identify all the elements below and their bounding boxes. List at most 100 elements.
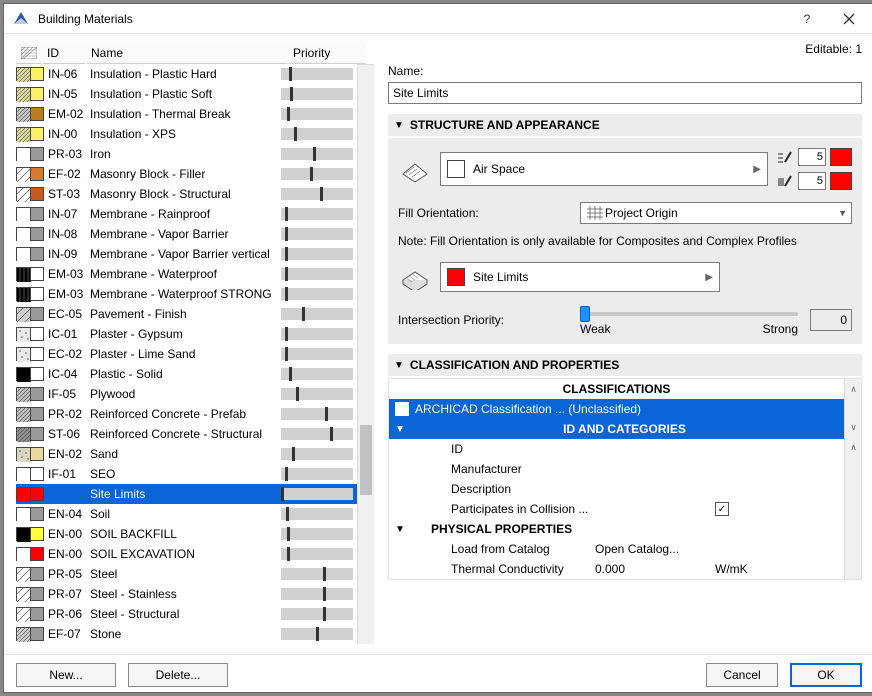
material-row[interactable]: EM-02 Insulation - Thermal Break bbox=[16, 104, 357, 124]
classification-checkbox[interactable] bbox=[395, 402, 409, 416]
material-row[interactable]: EC-02 Plaster - Lime Sand bbox=[16, 344, 357, 364]
swatch-color-icon bbox=[30, 267, 44, 281]
material-swatch bbox=[16, 367, 44, 381]
swatch-color-icon bbox=[30, 407, 44, 421]
material-row[interactable]: EN-04 Soil bbox=[16, 504, 357, 524]
material-row[interactable]: ST-06 Reinforced Concrete - Structural bbox=[16, 424, 357, 444]
material-row[interactable]: PR-03 Iron bbox=[16, 144, 357, 164]
intersection-priority-value[interactable]: 0 bbox=[810, 309, 852, 331]
material-row[interactable]: EN-00 SOIL BACKFILL bbox=[16, 524, 357, 544]
col-name[interactable]: Name bbox=[86, 42, 288, 64]
material-row[interactable]: ST-03 Masonry Block - Structural bbox=[16, 184, 357, 204]
swatch-color-icon bbox=[30, 147, 44, 161]
surface-picker[interactable]: Site Limits ▶ bbox=[440, 262, 720, 292]
material-id: EC-05 bbox=[46, 307, 90, 321]
swatch-color-icon bbox=[30, 247, 44, 261]
swatch-color-icon bbox=[30, 527, 44, 541]
material-row[interactable]: IN-08 Membrane - Vapor Barrier bbox=[16, 224, 357, 244]
prop-load-catalog[interactable]: Load from Catalog Open Catalog... bbox=[389, 539, 844, 559]
material-row[interactable]: EF-02 Masonry Block - Filler bbox=[16, 164, 357, 184]
fg-pen-number[interactable]: 5 bbox=[798, 148, 826, 166]
material-id: IC-01 bbox=[46, 327, 90, 341]
material-priority bbox=[281, 248, 357, 260]
bg-pen-number[interactable]: 5 bbox=[798, 172, 826, 190]
structure-section-header[interactable]: ▼ STRUCTURE AND APPEARANCE bbox=[388, 114, 862, 136]
fg-pen-color[interactable] bbox=[830, 148, 852, 166]
material-row[interactable]: IF-05 Plywood bbox=[16, 384, 357, 404]
col-id[interactable]: ID bbox=[42, 42, 86, 64]
close-button[interactable] bbox=[828, 5, 870, 33]
material-row[interactable]: PR-02 Reinforced Concrete - Prefab bbox=[16, 404, 357, 424]
material-row[interactable]: EF-07 Stone bbox=[16, 624, 357, 644]
classification-section-header[interactable]: ▼ CLASSIFICATION AND PROPERTIES bbox=[388, 354, 862, 376]
material-row[interactable]: IC-04 Plastic - Solid bbox=[16, 364, 357, 384]
scrollbar-thumb[interactable] bbox=[360, 425, 372, 495]
id-categories-header[interactable]: ▼ ID AND CATEGORIES bbox=[389, 419, 844, 439]
bg-pen-color[interactable] bbox=[830, 172, 852, 190]
help-button[interactable]: ? bbox=[786, 5, 828, 33]
ok-button[interactable]: OK bbox=[790, 663, 862, 687]
material-row[interactable]: IN-09 Membrane - Vapor Barrier vertical bbox=[16, 244, 357, 264]
swatch-color-icon bbox=[30, 347, 44, 361]
material-row[interactable]: IC-01 Plaster - Gypsum bbox=[16, 324, 357, 344]
material-row[interactable]: EM-03 Membrane - Waterproof STRONG bbox=[16, 284, 357, 304]
swatch-color-icon bbox=[30, 547, 44, 561]
classification-row[interactable]: ARCHICAD Classification ... (Unclassifie… bbox=[389, 399, 844, 419]
material-priority bbox=[281, 588, 357, 600]
material-priority bbox=[281, 308, 357, 320]
cancel-button[interactable]: Cancel bbox=[706, 663, 778, 687]
properties-scrollbar[interactable]: ∧ ∨ ∧ bbox=[844, 379, 861, 579]
material-priority bbox=[281, 288, 357, 300]
material-swatch bbox=[16, 227, 44, 241]
titlebar: Building Materials ? bbox=[4, 4, 872, 34]
prop-manufacturer[interactable]: Manufacturer bbox=[389, 459, 844, 479]
material-row[interactable]: IN-05 Insulation - Plastic Soft bbox=[16, 84, 357, 104]
material-row[interactable]: PR-05 Steel bbox=[16, 564, 357, 584]
swatch-color-icon bbox=[30, 127, 44, 141]
swatch-pattern-icon bbox=[16, 147, 30, 161]
collision-checkbox[interactable]: ✓ bbox=[715, 502, 729, 516]
material-id: IN-07 bbox=[46, 207, 90, 221]
col-priority[interactable]: Priority bbox=[288, 42, 366, 64]
delete-button[interactable]: Delete... bbox=[128, 663, 228, 687]
material-row[interactable]: IN-07 Membrane - Rainproof bbox=[16, 204, 357, 224]
chevron-right-icon: ▶ bbox=[753, 164, 761, 175]
new-button[interactable]: New... bbox=[16, 663, 116, 687]
prop-description[interactable]: Description bbox=[389, 479, 844, 499]
material-id: PR-02 bbox=[46, 407, 90, 421]
open-catalog-link[interactable]: Open Catalog... bbox=[595, 542, 715, 556]
material-row[interactable]: EN-02 Sand bbox=[16, 444, 357, 464]
material-row[interactable]: IN-00 Insulation - XPS bbox=[16, 124, 357, 144]
material-row[interactable]: IN-06 Insulation - Plastic Hard bbox=[16, 64, 357, 84]
material-swatch bbox=[16, 67, 44, 81]
material-id: EM-03 bbox=[46, 287, 90, 301]
fill-picker[interactable]: Air Space ▶ bbox=[440, 152, 768, 186]
prop-collision[interactable]: Participates in Collision ... ✓ bbox=[389, 499, 844, 519]
swatch-pattern-icon bbox=[16, 447, 30, 461]
materials-rows[interactable]: IN-06 Insulation - Plastic Hard IN-05 In… bbox=[16, 64, 357, 644]
material-id: ST-06 bbox=[46, 427, 90, 441]
slider-handle[interactable] bbox=[580, 306, 590, 322]
swatch-color-icon bbox=[30, 447, 44, 461]
fill-orientation-select[interactable]: Project Origin ▼ bbox=[580, 202, 852, 224]
material-row[interactable]: IF-01 SEO bbox=[16, 464, 357, 484]
material-id: IF-05 bbox=[46, 387, 90, 401]
material-row[interactable]: PR-06 Steel - Structural bbox=[16, 604, 357, 624]
intersection-priority-slider[interactable]: Weak Strong bbox=[580, 306, 798, 334]
list-scrollbar[interactable] bbox=[357, 64, 374, 644]
material-row[interactable]: EC-05 Pavement - Finish bbox=[16, 304, 357, 324]
material-row[interactable]: EN-00 SOIL EXCAVATION bbox=[16, 544, 357, 564]
name-input[interactable] bbox=[388, 82, 862, 104]
swatch-pattern-icon bbox=[16, 547, 30, 561]
prop-thermal-conductivity[interactable]: Thermal Conductivity 0.000 W/mK bbox=[389, 559, 844, 579]
material-row[interactable]: EM-03 Membrane - Waterproof bbox=[16, 264, 357, 284]
material-priority bbox=[281, 328, 357, 340]
material-name: Membrane - Waterproof bbox=[90, 267, 281, 281]
material-name: SOIL EXCAVATION bbox=[90, 547, 281, 561]
prop-id[interactable]: ID bbox=[389, 439, 844, 459]
material-row[interactable]: PR-07 Steel - Stainless bbox=[16, 584, 357, 604]
swatch-color-icon bbox=[30, 307, 44, 321]
physical-properties-header[interactable]: ▼ PHYSICAL PROPERTIES bbox=[389, 519, 844, 539]
col-swatch[interactable] bbox=[16, 42, 42, 64]
material-row[interactable]: Site Limits bbox=[16, 484, 357, 504]
